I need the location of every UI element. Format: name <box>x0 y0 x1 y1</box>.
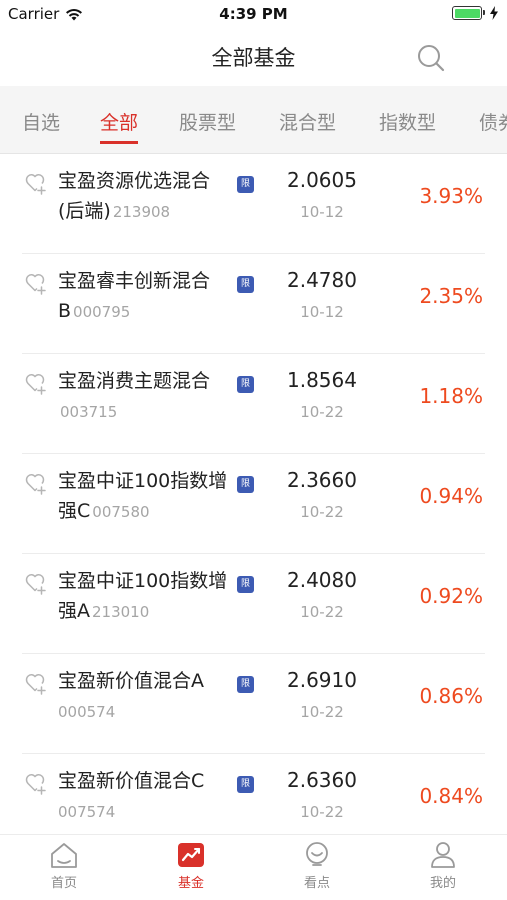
limit-badge: 限 <box>237 776 254 793</box>
battery-indicator <box>452 6 499 20</box>
limit-badge: 限 <box>237 676 254 693</box>
fund-name-text: 宝盈消费主题混合 <box>58 370 211 392</box>
favorite-add-icon[interactable] <box>22 672 48 696</box>
fund-row[interactable]: 宝盈睿丰创新混合B 000795 限 2.4780 10-12 2.35% <box>0 254 507 354</box>
fund-row[interactable]: 宝盈新价值混合A 000574 限 2.6910 10-22 0.86% <box>0 654 507 754</box>
fund-change: 2.35% <box>419 284 483 308</box>
favorite-add-icon[interactable] <box>22 172 48 196</box>
nav-header: 全部基金 <box>0 30 507 86</box>
search-button[interactable] <box>417 44 445 72</box>
fund-change: 1.18% <box>419 384 483 408</box>
tab-all[interactable]: 全部 <box>100 108 139 144</box>
tab-index[interactable]: 指数型 <box>379 108 436 135</box>
fund-nav-date: 10-22 <box>300 403 344 421</box>
tab-watchlist[interactable]: 自选 <box>22 108 60 135</box>
fund-nav-date: 10-12 <box>300 303 344 321</box>
limit-badge: 限 <box>237 276 254 293</box>
fund-nav: 2.4780 <box>287 268 357 292</box>
limit-badge: 限 <box>237 476 254 493</box>
tab-bar-insights[interactable]: 看点 <box>277 841 357 897</box>
tab-bar-home-label: 首页 <box>50 876 77 891</box>
favorite-add-icon[interactable] <box>22 572 48 596</box>
fund-name: 宝盈资源优选混合(后端) 213908 <box>58 166 230 227</box>
fund-code: 007574 <box>58 803 116 821</box>
fund-change: 0.94% <box>419 484 483 508</box>
fund-code: 000574 <box>58 703 116 721</box>
fund-nav-date: 10-22 <box>300 503 344 521</box>
favorite-add-icon[interactable] <box>22 272 48 296</box>
fund-nav: 1.8564 <box>287 368 357 392</box>
fund-row[interactable]: 宝盈新价值混合C 007574 限 2.6360 10-22 0.84% <box>0 754 507 834</box>
person-icon <box>431 842 455 868</box>
fund-code: 000795 <box>73 303 131 321</box>
limit-badge: 限 <box>237 376 254 393</box>
fund-nav: 2.4080 <box>287 568 357 592</box>
fund-row[interactable]: 宝盈中证100指数增强A 213010 限 2.4080 10-22 0.92% <box>0 554 507 654</box>
fund-name: 宝盈中证100指数增强C 007580 <box>58 466 230 527</box>
fund-nav: 2.6910 <box>287 668 357 692</box>
fund-code: 213010 <box>92 603 150 621</box>
fund-code: 213908 <box>112 203 171 221</box>
fund-name: 宝盈消费主题混合 003715 <box>58 366 230 427</box>
favorite-add-icon[interactable] <box>22 772 48 796</box>
tab-bond[interactable]: 债券 <box>479 108 507 135</box>
fund-row[interactable]: 宝盈消费主题混合 003715 限 1.8564 10-22 1.18% <box>0 354 507 454</box>
tab-bar-home[interactable]: 首页 <box>24 841 104 897</box>
fund-change: 0.86% <box>419 684 483 708</box>
fund-row[interactable]: 宝盈中证100指数增强C 007580 限 2.3660 10-22 0.94% <box>0 454 507 554</box>
tab-bar-fund-label: 基金 <box>177 876 204 891</box>
limit-badge: 限 <box>237 576 254 593</box>
fund-nav-date: 10-22 <box>300 803 344 821</box>
fund-chart-icon <box>178 843 204 867</box>
tab-hybrid[interactable]: 混合型 <box>279 108 336 135</box>
charging-bolt-icon <box>490 6 498 20</box>
tab-bar-insights-label: 看点 <box>303 876 330 891</box>
tab-bar-mine[interactable]: 我的 <box>403 841 483 897</box>
fund-name-text: 宝盈新价值混合A <box>58 670 204 692</box>
fund-name-text: 宝盈新价值混合C <box>58 770 205 792</box>
search-icon <box>418 45 445 72</box>
fund-name: 宝盈新价值混合C 007574 <box>58 766 238 827</box>
fund-nav: 2.0605 <box>287 168 357 192</box>
fund-nav-date: 10-22 <box>300 603 344 621</box>
fund-code: 007580 <box>92 503 150 521</box>
bottom-tab-bar: 首页 基金 看点 我的 <box>0 834 507 900</box>
fund-change: 0.84% <box>419 784 483 808</box>
fund-nav: 2.3660 <box>287 468 357 492</box>
tab-stock[interactable]: 股票型 <box>179 108 236 135</box>
favorite-add-icon[interactable] <box>22 372 48 396</box>
fund-row[interactable]: 宝盈资源优选混合(后端) 213908 限 2.0605 10-12 3.93% <box>0 154 507 254</box>
fund-nav: 2.6360 <box>287 768 357 792</box>
fund-name: 宝盈睿丰创新混合B 000795 <box>58 266 230 327</box>
status-bar: Carrier 4:39 PM <box>0 0 507 30</box>
limit-badge: 限 <box>237 176 254 193</box>
tab-all-label: 全部 <box>100 112 139 134</box>
fund-nav-date: 10-12 <box>300 203 344 221</box>
category-tabs: 自选 全部 股票型 混合型 指数型 债券 <box>0 86 507 154</box>
bulb-icon <box>306 842 328 866</box>
fund-list: 宝盈资源优选混合(后端) 213908 限 2.0605 10-12 3.93% … <box>0 154 507 834</box>
fund-name: 宝盈中证100指数增强A 213010 <box>58 566 230 627</box>
home-icon <box>51 843 77 868</box>
active-tab-indicator <box>100 141 139 144</box>
tab-bar-mine-label: 我的 <box>429 876 456 891</box>
favorite-add-icon[interactable] <box>22 472 48 496</box>
fund-name: 宝盈新价值混合A 000574 <box>58 666 238 727</box>
fund-change: 3.93% <box>419 184 483 208</box>
fund-nav-date: 10-22 <box>300 703 344 721</box>
fund-code: 003715 <box>60 403 118 421</box>
battery-icon <box>452 6 485 20</box>
fund-change: 0.92% <box>419 584 483 608</box>
status-time: 4:39 PM <box>219 5 288 23</box>
tab-bar-fund[interactable]: 基金 <box>151 841 231 897</box>
